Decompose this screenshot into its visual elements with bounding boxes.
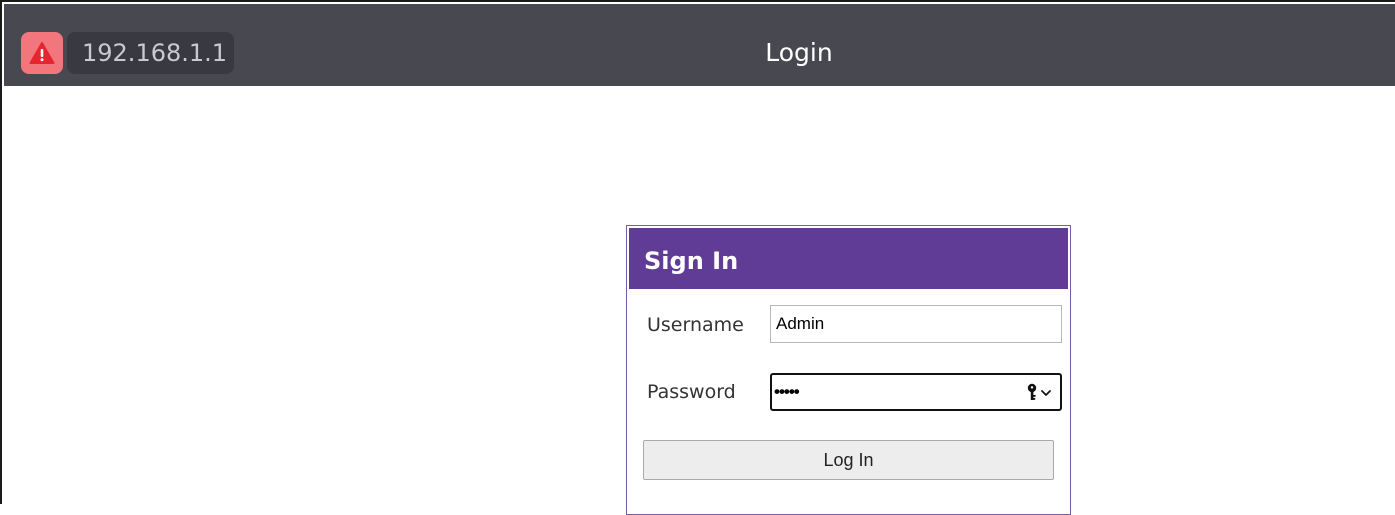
sign-in-panel: Sign In Username Password ••••• Log In xyxy=(626,225,1071,515)
title-bar: 192.168.1.1 Login xyxy=(4,4,1395,86)
log-in-button[interactable]: Log In xyxy=(643,440,1054,480)
password-label: Password xyxy=(647,381,736,403)
address-bar[interactable]: 192.168.1.1 xyxy=(67,32,234,74)
sign-in-heading: Sign In xyxy=(629,228,1068,289)
username-input[interactable] xyxy=(770,305,1062,343)
password-input[interactable]: ••••• xyxy=(770,373,1062,411)
warning-triangle-icon[interactable] xyxy=(21,32,63,74)
username-label: Username xyxy=(647,314,744,336)
key-icon[interactable] xyxy=(1022,382,1056,402)
browser-window: 192.168.1.1 Login Sign In Username Passw… xyxy=(0,0,1395,515)
password-masked-value: ••••• xyxy=(774,382,800,401)
window-title: Login xyxy=(765,38,833,67)
